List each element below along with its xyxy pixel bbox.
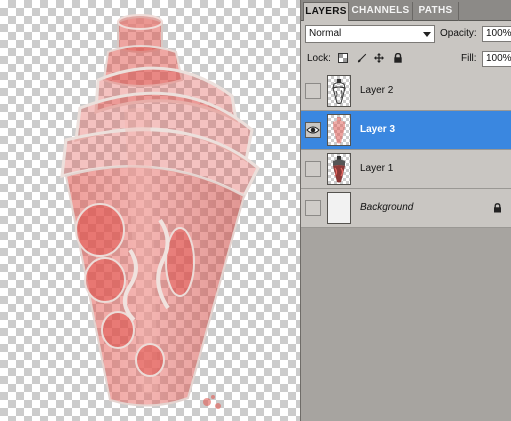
chevron-down-icon bbox=[423, 32, 431, 37]
opacity-label: Opacity: bbox=[440, 28, 477, 39]
visibility-toggle[interactable] bbox=[305, 161, 321, 177]
visibility-toggle[interactable] bbox=[305, 200, 321, 216]
layer-thumbnail bbox=[327, 153, 351, 185]
layer-3-artwork bbox=[60, 14, 260, 409]
opacity-field[interactable]: 100% bbox=[482, 26, 511, 42]
layer-row-layer-1[interactable]: Layer 1 bbox=[301, 150, 511, 189]
layer-row-layer-3[interactable]: Layer 3 bbox=[301, 111, 511, 150]
fill-field[interactable]: 100% bbox=[482, 51, 511, 67]
layer-thumbnail bbox=[327, 192, 351, 224]
visibility-toggle[interactable] bbox=[305, 83, 321, 99]
layers-panel: LAYERS CHANNELS PATHS Normal Opacity: 10… bbox=[300, 0, 511, 421]
visibility-toggle[interactable] bbox=[305, 122, 321, 138]
fill-value: 100% bbox=[486, 53, 511, 64]
layer-thumbnail bbox=[327, 75, 351, 107]
lock-image-brush-icon[interactable] bbox=[357, 53, 367, 63]
layer-name[interactable]: Layer 3 bbox=[360, 124, 395, 136]
opacity-value: 100% bbox=[486, 28, 511, 39]
lock-transparent-icon[interactable] bbox=[338, 53, 348, 63]
layer-name[interactable]: Layer 1 bbox=[360, 163, 393, 175]
blend-mode-dropdown[interactable]: Normal bbox=[305, 25, 435, 43]
tab-layers[interactable]: LAYERS bbox=[303, 2, 349, 22]
layer-options-bar: Normal Opacity: 100% Lock: Fill: 100% bbox=[301, 21, 511, 77]
layer-3-thumbnail-art bbox=[333, 117, 345, 144]
panel-tab-bar: LAYERS CHANNELS PATHS bbox=[301, 0, 511, 22]
layer-row-layer-2[interactable]: Layer 2 bbox=[301, 72, 511, 111]
padlock-icon bbox=[494, 203, 501, 213]
layer-name[interactable]: Layer 2 bbox=[360, 85, 393, 97]
layer-row-background[interactable]: Background bbox=[301, 189, 511, 228]
document-canvas[interactable] bbox=[0, 0, 300, 421]
fill-label: Fill: bbox=[461, 53, 477, 64]
layer-thumbnail bbox=[327, 114, 351, 146]
lock-position-move-icon[interactable] bbox=[374, 53, 384, 63]
layer-2-thumbnail-art bbox=[332, 79, 346, 104]
lock-label: Lock: bbox=[307, 53, 331, 64]
layer-name[interactable]: Background bbox=[360, 202, 413, 214]
lock-all-padlock-icon[interactable] bbox=[393, 53, 403, 63]
tab-paths[interactable]: PATHS bbox=[413, 2, 459, 21]
blend-mode-value: Normal bbox=[309, 28, 342, 39]
tab-channels[interactable]: CHANNELS bbox=[349, 2, 413, 21]
layer-1-thumbnail-art bbox=[333, 156, 345, 183]
eye-icon bbox=[306, 126, 320, 134]
layers-empty-area bbox=[301, 228, 511, 421]
